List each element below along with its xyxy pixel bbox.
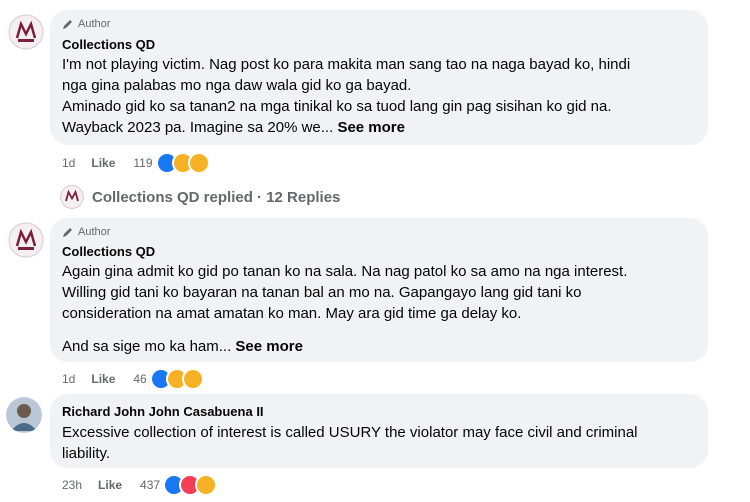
comment-text: Again gina admit ko gid po tanan ko na s… bbox=[62, 261, 702, 357]
like-button[interactable]: Like bbox=[91, 156, 115, 170]
page-avatar-small bbox=[60, 185, 84, 209]
comment-line: nga gina palabas mo nga daw wala gid ko … bbox=[62, 77, 412, 94]
author-badge: Author bbox=[62, 226, 110, 238]
comment-line: Again gina admit ko gid po tanan ko na s… bbox=[62, 263, 628, 280]
reaction-count[interactable]: 437 bbox=[140, 478, 160, 492]
like-button[interactable]: Like bbox=[98, 478, 122, 492]
comment-time[interactable]: 23h bbox=[62, 478, 82, 492]
reaction-icons[interactable] bbox=[149, 368, 204, 390]
comment-bubble: Author Collections QD I'm not playing vi… bbox=[50, 10, 708, 145]
comment-time[interactable]: 1d bbox=[62, 372, 75, 386]
pencil-icon bbox=[63, 228, 72, 237]
reaction-icons[interactable] bbox=[155, 152, 210, 174]
care-reaction-icon bbox=[195, 474, 218, 496]
comment-actions: 1d Like 46 bbox=[62, 368, 204, 390]
pencil-icon bbox=[63, 20, 72, 29]
commenter-name[interactable]: Richard John John Casabuena II bbox=[62, 404, 264, 419]
comment-bubble: Richard John John Casabuena II Excessive… bbox=[50, 394, 708, 468]
user-photo-icon bbox=[6, 397, 42, 433]
comment-text: Excessive collection of interest is call… bbox=[62, 422, 702, 464]
comment-line: Willing gid tani ko bayaran na tanan bal… bbox=[62, 284, 582, 301]
care-reaction-icon bbox=[187, 152, 210, 174]
comment-actions: 23h Like 437 bbox=[62, 474, 218, 496]
comment-line: I'm not playing victim. Nag post ko para… bbox=[62, 56, 631, 73]
reaction-count[interactable]: 119 bbox=[133, 156, 152, 170]
see-more-link[interactable]: See more bbox=[235, 338, 303, 355]
reaction-count[interactable]: 46 bbox=[133, 372, 146, 386]
comment-line: liability. bbox=[62, 445, 111, 462]
comment-actions: 1d Like 119 bbox=[62, 152, 210, 174]
author-badge: Author bbox=[62, 18, 110, 30]
replies-text[interactable]: Collections QD replied · 12 Replies bbox=[92, 189, 340, 206]
comment-line: Aminado gid ko sa tanan2 na mga tinikal … bbox=[62, 98, 612, 115]
page-avatar[interactable] bbox=[8, 222, 44, 258]
page-logo-icon bbox=[8, 222, 44, 258]
commenter-name[interactable]: Collections QD bbox=[62, 244, 155, 259]
like-button[interactable]: Like bbox=[91, 372, 115, 386]
page-avatar[interactable] bbox=[8, 14, 44, 50]
replies-link[interactable]: Collections QD replied · 12 Replies bbox=[60, 185, 340, 209]
comment-line: Wayback 2023 pa. Imagine sa 20% we... bbox=[62, 119, 334, 136]
reaction-icons[interactable] bbox=[163, 474, 218, 496]
comment-line: Excessive collection of interest is call… bbox=[62, 424, 638, 441]
comment-text: I'm not playing victim. Nag post ko para… bbox=[62, 54, 702, 138]
comment-time[interactable]: 1d bbox=[62, 156, 75, 170]
author-badge-label: Author bbox=[78, 226, 111, 238]
commenter-name[interactable]: Collections QD bbox=[62, 37, 155, 52]
page-logo-icon bbox=[60, 185, 84, 209]
see-more-link[interactable]: See more bbox=[337, 119, 405, 136]
comment-bubble: Author Collections QD Again gina admit k… bbox=[50, 218, 708, 362]
author-badge-label: Author bbox=[78, 18, 111, 30]
comment-line: And sa sige mo ka ham... bbox=[62, 338, 232, 355]
haha-reaction-icon bbox=[181, 368, 204, 390]
user-avatar[interactable] bbox=[6, 397, 42, 433]
comment-line: consideration na amat amatan ko man. May… bbox=[62, 305, 522, 322]
page-logo-icon bbox=[8, 14, 44, 50]
